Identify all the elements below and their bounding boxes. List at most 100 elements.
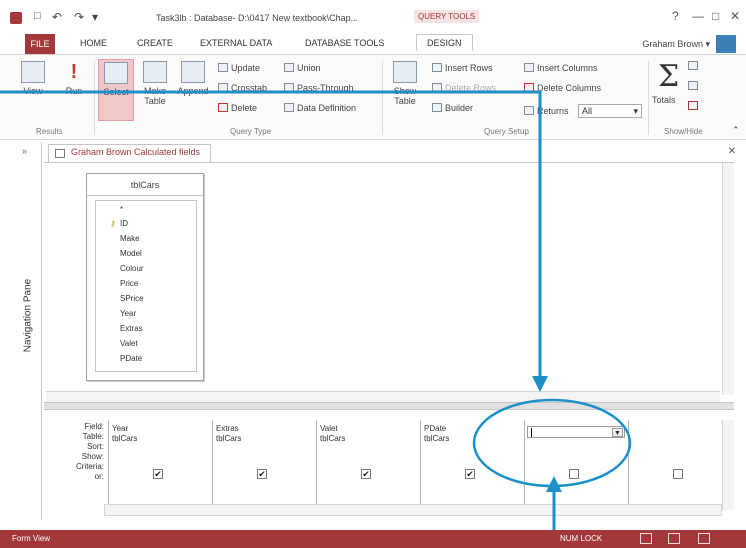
select-button[interactable]: Select <box>98 59 134 121</box>
update-button[interactable]: Update <box>218 63 260 73</box>
field-item[interactable]: Year <box>120 309 136 318</box>
query-design-area[interactable]: tblCars * ⚷ ID Make Model Colour Price S… <box>44 162 734 403</box>
grid-column-empty[interactable]: ▼ <box>524 420 628 506</box>
field-item[interactable]: ID <box>120 219 128 228</box>
field-item[interactable]: Price <box>120 279 138 288</box>
close-document-icon[interactable]: ✕ <box>728 146 736 157</box>
table-names-icon[interactable] <box>688 101 701 111</box>
crosstab-button[interactable]: Crosstab <box>218 83 267 93</box>
grid-column-empty[interactable] <box>628 420 718 506</box>
make-table-button[interactable]: Make Table <box>138 61 172 106</box>
show-checkbox[interactable]: ✔ <box>465 469 475 479</box>
returns-select[interactable]: All ▾ <box>578 104 642 118</box>
grid-column[interactable]: PDate tblCars ✔ <box>420 420 524 506</box>
field-cell[interactable]: PDate <box>424 424 446 433</box>
append-button[interactable]: Append <box>174 61 212 96</box>
ribbon-tabs: FILE HOME CREATE EXTERNAL DATA DATABASE … <box>0 34 746 54</box>
query-design-grid[interactable]: Field: Table: Sort: Show: Criteria: or: … <box>44 410 734 520</box>
delete-columns-button[interactable]: Delete Columns <box>524 83 601 93</box>
builder-button[interactable]: Builder <box>432 103 473 113</box>
pass-through-button[interactable]: Pass-Through <box>284 83 354 93</box>
undo-icon[interactable]: ↶ <box>52 10 62 24</box>
field-dropdown[interactable]: ▼ <box>527 426 625 438</box>
table-cell[interactable]: tblCars <box>424 434 449 443</box>
help-button[interactable]: ? <box>672 9 679 23</box>
window-title: Task3lb : Database- D:\0417 New textbook… <box>156 13 359 23</box>
field-item[interactable]: Colour <box>120 264 144 273</box>
delete-button[interactable]: Delete <box>218 103 257 113</box>
grid-column[interactable]: Extras tblCars ✔ <box>212 420 316 506</box>
query-icon <box>55 149 65 158</box>
quick-access-more-icon[interactable]: ▾ <box>92 10 98 24</box>
vertical-scrollbar[interactable] <box>722 163 734 395</box>
grid-vertical-scrollbar[interactable] <box>722 420 734 510</box>
field-item[interactable]: Make <box>120 234 140 243</box>
field-item[interactable]: SPrice <box>120 294 144 303</box>
union-button[interactable]: Union <box>284 63 321 73</box>
tab-external-data[interactable]: EXTERNAL DATA <box>200 38 272 48</box>
close-window-button[interactable]: ✕ <box>730 9 740 23</box>
restore-button[interactable]: □ <box>712 9 719 23</box>
grid-column[interactable]: Valet tblCars ✔ <box>316 420 420 506</box>
sql-view-icon[interactable] <box>668 533 680 544</box>
view-button[interactable]: View <box>16 61 50 96</box>
expand-nav-icon[interactable]: » <box>22 146 27 156</box>
key-icon: ⚷ <box>110 219 116 228</box>
returns-label: Returns <box>524 106 569 116</box>
tab-query-document[interactable]: Graham Brown Calculated fields <box>48 144 212 162</box>
delete-rows-button[interactable]: Delete Rows <box>432 83 496 93</box>
show-checkbox[interactable] <box>569 469 579 479</box>
show-checkbox[interactable] <box>673 469 683 479</box>
insert-columns-button[interactable]: Insert Columns <box>524 63 598 73</box>
data-definition-button[interactable]: Data Definition <box>284 103 356 113</box>
chevron-down-icon[interactable]: ▼ <box>612 428 623 437</box>
table-cell[interactable]: tblCars <box>320 434 345 443</box>
parameters-icon[interactable] <box>688 61 701 71</box>
show-checkbox[interactable]: ✔ <box>153 469 163 479</box>
design-view-icon[interactable] <box>698 533 710 544</box>
field-item[interactable]: Model <box>120 249 142 258</box>
property-sheet-icon[interactable] <box>688 81 701 91</box>
field-cell[interactable]: Extras <box>216 424 239 433</box>
tab-file[interactable]: FILE <box>25 34 55 54</box>
field-item[interactable]: Valet <box>120 339 138 348</box>
table-field-list[interactable]: tblCars * ⚷ ID Make Model Colour Price S… <box>86 173 204 381</box>
field-item[interactable]: PDate <box>120 354 142 363</box>
show-checkbox[interactable]: ✔ <box>257 469 267 479</box>
tab-create[interactable]: CREATE <box>137 38 173 48</box>
tab-design[interactable]: DESIGN <box>416 34 473 51</box>
grid-horizontal-scrollbar[interactable] <box>104 504 722 516</box>
chevron-down-icon: ▾ <box>633 106 638 116</box>
builder-icon <box>432 103 442 112</box>
table-cell[interactable]: tblCars <box>216 434 241 443</box>
show-checkbox[interactable]: ✔ <box>361 469 371 479</box>
group-label-show-hide: Show/Hide <box>664 127 703 136</box>
collapse-ribbon-icon[interactable]: ⌃ <box>732 125 740 136</box>
run-button[interactable]: ! Run <box>58 61 90 96</box>
table-name: tblCars <box>87 174 203 196</box>
field-item[interactable]: * <box>120 205 123 214</box>
grid-column[interactable]: Year tblCars ✔ <box>108 420 212 506</box>
field-list[interactable]: * ⚷ ID Make Model Colour Price SPrice Ye… <box>95 200 197 372</box>
access-app-icon[interactable] <box>10 12 22 24</box>
minimize-button[interactable]: — <box>692 9 704 23</box>
datasheet-view-icon[interactable] <box>640 533 652 544</box>
redo-icon[interactable]: ↷ <box>74 10 84 24</box>
pane-splitter[interactable] <box>44 402 734 410</box>
avatar[interactable] <box>716 35 736 53</box>
totals-button[interactable]: Totals <box>652 95 676 105</box>
tab-home[interactable]: HOME <box>80 38 107 48</box>
group-label-results: Results <box>36 127 63 136</box>
navigation-pane[interactable]: » Navigation Pane <box>14 142 42 520</box>
user-name[interactable]: Graham Brown ▾ <box>642 39 710 50</box>
table-cell[interactable]: tblCars <box>112 434 137 443</box>
field-cell[interactable]: Year <box>112 424 128 433</box>
show-table-button[interactable]: Show Table <box>388 61 422 106</box>
field-cell[interactable]: Valet <box>320 424 338 433</box>
tab-database-tools[interactable]: DATABASE TOOLS <box>305 38 384 48</box>
update-icon <box>218 63 228 72</box>
append-icon <box>181 61 205 83</box>
insert-rows-button[interactable]: Insert Rows <box>432 63 493 73</box>
save-icon[interactable]: □ <box>34 10 41 22</box>
field-item[interactable]: Extras <box>120 324 143 333</box>
